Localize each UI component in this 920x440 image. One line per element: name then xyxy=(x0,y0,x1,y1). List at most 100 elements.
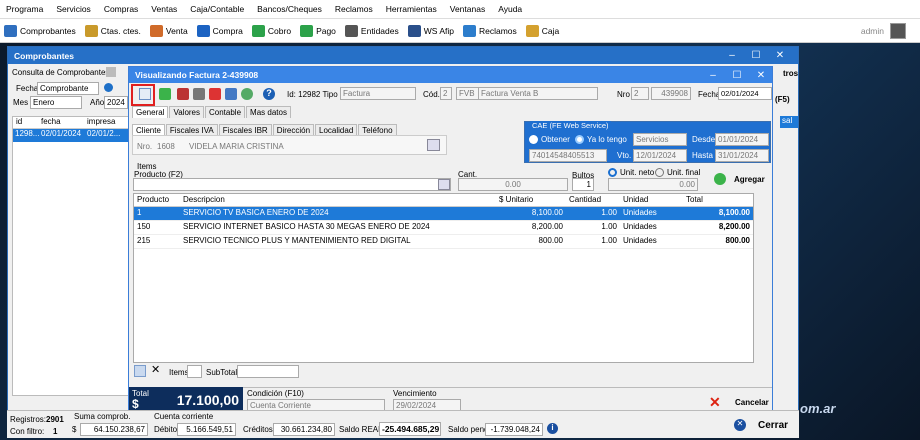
bultos-input[interactable]: 1 xyxy=(572,178,594,191)
cod-code[interactable]: FVB xyxy=(456,87,480,100)
fecha-input[interactable]: 02/01/2024 xyxy=(718,87,772,100)
toolbar-button-1[interactable]: Ctas. ctes. xyxy=(84,24,141,37)
pdf-icon[interactable] xyxy=(209,88,221,100)
col-unidad[interactable]: Unidad xyxy=(620,194,683,206)
radio-obtener[interactable] xyxy=(529,135,538,144)
delete-item-icon[interactable]: ✕ xyxy=(151,363,160,376)
cae-number-input[interactable]: 74014548405513 xyxy=(529,149,607,162)
search-product-icon[interactable] xyxy=(438,179,450,190)
menu-item-7[interactable]: Herramientas xyxy=(386,4,437,14)
factura-window-controls: – ☐ ✕ xyxy=(701,67,773,83)
close-icon[interactable]: ✕ xyxy=(749,67,773,83)
tab-general[interactable]: General xyxy=(132,106,169,118)
table-row[interactable]: 215 SERVICIO TECNICO PLUS Y MANTENIMIENT… xyxy=(134,235,753,249)
nro-input[interactable]: 439908 xyxy=(651,87,691,100)
print-icon[interactable] xyxy=(193,88,205,100)
add-icon[interactable] xyxy=(714,173,726,185)
money-icon[interactable] xyxy=(159,88,171,100)
unit-price-input[interactable]: 0.00 xyxy=(608,178,698,191)
cerrar-button[interactable]: Cerrar xyxy=(758,420,788,431)
grid-header-fecha[interactable]: fecha xyxy=(41,117,87,128)
menu-item-4[interactable]: Caja/Contable xyxy=(190,4,244,14)
unit-final-label: Unit. final xyxy=(667,168,701,177)
cae-vto-input[interactable]: 12/01/2024 xyxy=(633,149,687,162)
avatar[interactable] xyxy=(890,23,906,39)
minimize-icon[interactable]: – xyxy=(701,67,725,83)
menu-item-6[interactable]: Reclamos xyxy=(335,4,373,14)
mes-select[interactable]: Enero xyxy=(30,96,82,109)
cae-hasta-input[interactable]: 31/01/2024 xyxy=(715,149,769,162)
menu-item-5[interactable]: Bancos/Cheques xyxy=(257,4,322,14)
col-descripcion[interactable]: Descripcion xyxy=(180,194,496,206)
nro-pv[interactable]: 2 xyxy=(631,87,649,100)
toolbar-button-9[interactable]: Caja xyxy=(525,24,559,37)
toolbar-button-2[interactable]: Venta xyxy=(149,24,188,37)
cod-num[interactable]: 2 xyxy=(440,87,452,100)
menu-item-1[interactable]: Servicios xyxy=(56,4,90,14)
agregar-button[interactable]: Agregar xyxy=(734,175,765,184)
toolbar-label: Compra xyxy=(212,25,243,36)
table-row[interactable]: 150 SERVICIO INTERNET BASICO HASTA 30 ME… xyxy=(134,221,753,235)
menu-item-9[interactable]: Ayuda xyxy=(498,4,522,14)
close-circle-icon[interactable]: ✕ xyxy=(734,419,746,431)
close-icon[interactable]: ✕ xyxy=(768,47,792,64)
menu-item-2[interactable]: Compras xyxy=(104,4,138,14)
unit-neto-label: Unit. neto xyxy=(620,168,655,177)
toolbar-label: WS Afip xyxy=(423,25,454,36)
cell-producto: 1 xyxy=(137,208,142,217)
cancel-icon[interactable]: ✕ xyxy=(709,394,721,411)
toolbar-button-6[interactable]: Entidades xyxy=(344,24,399,37)
radio-unit-final[interactable] xyxy=(655,168,664,177)
grid-header-impresa[interactable]: impresa xyxy=(87,117,131,128)
fecha-type-select[interactable]: Comprobante xyxy=(37,82,99,95)
dropdown-icon[interactable] xyxy=(106,67,116,77)
edit-icon[interactable] xyxy=(139,88,151,100)
whatsapp-icon[interactable] xyxy=(241,88,253,100)
email-icon[interactable] xyxy=(225,88,237,100)
tab-contable[interactable]: Contable xyxy=(205,106,246,118)
toolbar-button-5[interactable]: Pago xyxy=(300,24,336,37)
tab-mas-datos[interactable]: Mas datos xyxy=(246,106,291,118)
toolbar-label: Cobro xyxy=(267,25,292,36)
menu-item-0[interactable]: Programa xyxy=(6,4,43,14)
cae-desde-input[interactable]: 01/01/2024 xyxy=(715,133,769,146)
grid-header-id[interactable]: id xyxy=(13,117,41,128)
radio-ya-lo-tengo[interactable] xyxy=(575,135,584,144)
menu-item-8[interactable]: Ventanas xyxy=(450,4,485,14)
col-unitario[interactable]: $ Unitario xyxy=(496,194,566,206)
ctacte-label: Cuenta corriente xyxy=(154,412,214,421)
tipo-select[interactable]: Factura xyxy=(340,87,416,100)
confiltro-value: 1 xyxy=(53,427,58,436)
tab-valores[interactable]: Valores xyxy=(169,106,204,118)
col-cantidad[interactable]: Cantidad xyxy=(566,194,620,206)
cell-unitario: 8,200.00 xyxy=(531,222,563,231)
cae-panel: CAE (FE Web Service) Obtener Ya lo tengo… xyxy=(524,121,771,163)
producto-input[interactable] xyxy=(133,178,451,191)
toolbar-button-4[interactable]: Cobro xyxy=(251,24,292,37)
radio-unit-neto[interactable] xyxy=(608,168,617,177)
menu-item-3[interactable]: Ventas xyxy=(151,4,177,14)
table-row[interactable]: 1 SERVICIO TV BASICA ENERO DE 2024 8,100… xyxy=(134,207,753,221)
maximize-icon[interactable]: ☐ xyxy=(744,47,768,64)
col-producto[interactable]: Producto xyxy=(134,194,180,206)
cancelar-button[interactable]: Cancelar xyxy=(735,398,769,407)
help-icon[interactable]: ? xyxy=(263,88,275,100)
save-icon[interactable] xyxy=(177,88,189,100)
toolbar-button-0[interactable]: Comprobantes xyxy=(4,24,76,37)
radio-icon[interactable] xyxy=(104,83,113,92)
toolbar-button-8[interactable]: Reclamos xyxy=(462,24,517,37)
search-client-icon[interactable] xyxy=(427,139,440,151)
maximize-icon[interactable]: ☐ xyxy=(725,67,749,83)
cashbox-icon xyxy=(525,24,539,37)
toolbar-button-7[interactable]: WS Afip xyxy=(407,24,454,37)
edit-item-icon[interactable] xyxy=(134,365,146,377)
minimize-icon[interactable]: – xyxy=(720,47,744,64)
cant-input[interactable]: 0.00 xyxy=(458,178,568,191)
info-icon[interactable]: i xyxy=(547,423,558,434)
col-total[interactable]: Total xyxy=(683,194,753,206)
cod-desc[interactable]: Factura Venta B xyxy=(478,87,598,100)
cae-servicios-select[interactable]: Servicios xyxy=(633,133,687,146)
toolbar-button-3[interactable]: Compra xyxy=(196,24,243,37)
grid-row[interactable]: 1298... 02/01/2024 02/01/2... xyxy=(13,129,131,142)
anio-input[interactable]: 2024 xyxy=(104,96,128,109)
